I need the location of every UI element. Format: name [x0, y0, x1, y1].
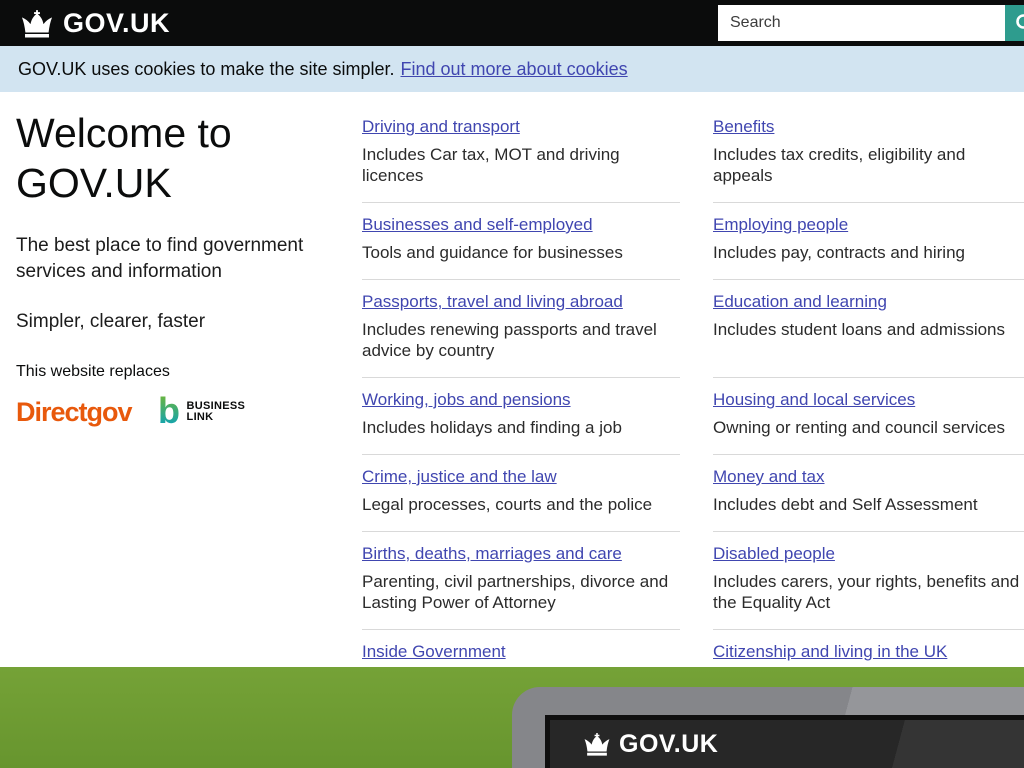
category-card: Benefits Includes tax credits, eligibili… — [713, 105, 1024, 203]
category-card: Working, jobs and pensions Includes holi… — [362, 378, 680, 455]
govuk-logo[interactable]: GOV.UK — [20, 8, 170, 39]
category-link[interactable]: Driving and transport — [362, 117, 520, 137]
business-link-text: BUSINESS LINK — [187, 401, 246, 423]
category-description: Parenting, civil partnerships, divorce a… — [362, 571, 680, 613]
page-title-line2: GOV.UK — [16, 160, 172, 206]
svg-text:b: b — [158, 395, 180, 429]
crown-icon — [20, 10, 54, 38]
category-description: Includes debt and Self Assessment — [713, 494, 1024, 515]
category-link[interactable]: Businesses and self-employed — [362, 215, 593, 235]
tablet-device-mockup: GOV.UK — [512, 687, 1024, 768]
site-header: GOV.UK — [0, 0, 1024, 46]
device-screen-govuk-logo: GOV.UK — [583, 730, 718, 759]
business-link-logo: b BUSINESS LINK — [158, 395, 246, 429]
device-screen-logo-text: GOV.UK — [619, 730, 718, 759]
intro-tagline: Simpler, clearer, faster — [16, 311, 336, 333]
search-input[interactable] — [718, 5, 1005, 41]
category-link[interactable]: Inside Government — [362, 642, 506, 662]
category-card: Employing people Includes pay, contracts… — [713, 203, 1024, 280]
category-card: Births, deaths, marriages and care Paren… — [362, 532, 680, 630]
device-screen: GOV.UK — [550, 720, 1024, 768]
category-description: Includes student loans and admissions — [713, 319, 1024, 340]
category-description: Includes Car tax, MOT and driving licenc… — [362, 144, 680, 186]
main-content: Welcome to GOV.UK The best place to find… — [0, 92, 1024, 667]
category-card: Education and learning Includes student … — [713, 280, 1024, 378]
category-link[interactable]: Births, deaths, marriages and care — [362, 544, 622, 564]
category-link[interactable]: Disabled people — [713, 544, 835, 564]
replaces-label: This website replaces — [16, 363, 336, 381]
category-link[interactable]: Housing and local services — [713, 390, 915, 410]
category-card: Housing and local services Owning or ren… — [713, 378, 1024, 455]
category-grid: Driving and transport Includes Car tax, … — [362, 105, 1024, 727]
category-card: Businesses and self-employed Tools and g… — [362, 203, 680, 280]
business-link-line2: LINK — [187, 411, 214, 423]
category-description: Tools and guidance for businesses — [362, 242, 680, 263]
category-card: Money and tax Includes debt and Self Ass… — [713, 455, 1024, 532]
category-card: Crime, justice and the law Legal process… — [362, 455, 680, 532]
category-link[interactable]: Citizenship and living in the UK — [713, 642, 947, 662]
category-description: Includes tax credits, eligibility and ap… — [713, 144, 1024, 186]
category-card: Passports, travel and living abroad Incl… — [362, 280, 680, 378]
category-card: Driving and transport Includes Car tax, … — [362, 105, 680, 203]
category-link[interactable]: Crime, justice and the law — [362, 467, 557, 487]
cookie-info-link[interactable]: Find out more about cookies — [401, 59, 628, 80]
crown-icon — [583, 733, 611, 756]
device-bezel: GOV.UK — [545, 715, 1024, 768]
intro-panel: Welcome to GOV.UK The best place to find… — [16, 108, 336, 429]
page-title: Welcome to GOV.UK — [16, 108, 336, 208]
category-link[interactable]: Working, jobs and pensions — [362, 390, 571, 410]
category-description: Includes holidays and finding a job — [362, 417, 680, 438]
business-link-b-icon: b — [158, 395, 182, 429]
search-button[interactable] — [1005, 5, 1024, 41]
category-description: Legal processes, courts and the police — [362, 494, 680, 515]
category-link[interactable]: Money and tax — [713, 467, 825, 487]
replaced-sites-logos: Directgov b BUSINESS LINK — [16, 395, 336, 429]
promo-band: GOV.UK — [0, 667, 1024, 768]
category-description: Includes pay, contracts and hiring — [713, 242, 1024, 263]
category-description: Includes renewing passports and travel a… — [362, 319, 680, 361]
search-icon — [1015, 13, 1024, 33]
category-description: Owning or renting and council services — [713, 417, 1024, 438]
category-description: Includes carers, your rights, benefits a… — [713, 571, 1024, 613]
site-search — [718, 5, 1024, 41]
category-link[interactable]: Education and learning — [713, 292, 887, 312]
cookie-banner: GOV.UK uses cookies to make the site sim… — [0, 46, 1024, 92]
intro-subtitle: The best place to find government servic… — [16, 233, 311, 285]
page-title-line1: Welcome to — [16, 110, 232, 156]
category-link[interactable]: Benefits — [713, 117, 774, 137]
category-link[interactable]: Employing people — [713, 215, 848, 235]
directgov-logo: Directgov — [16, 397, 132, 428]
category-card: Disabled people Includes carers, your ri… — [713, 532, 1024, 630]
govuk-logo-text: GOV.UK — [63, 8, 170, 39]
category-link[interactable]: Passports, travel and living abroad — [362, 292, 623, 312]
cookie-message: GOV.UK uses cookies to make the site sim… — [18, 59, 395, 80]
